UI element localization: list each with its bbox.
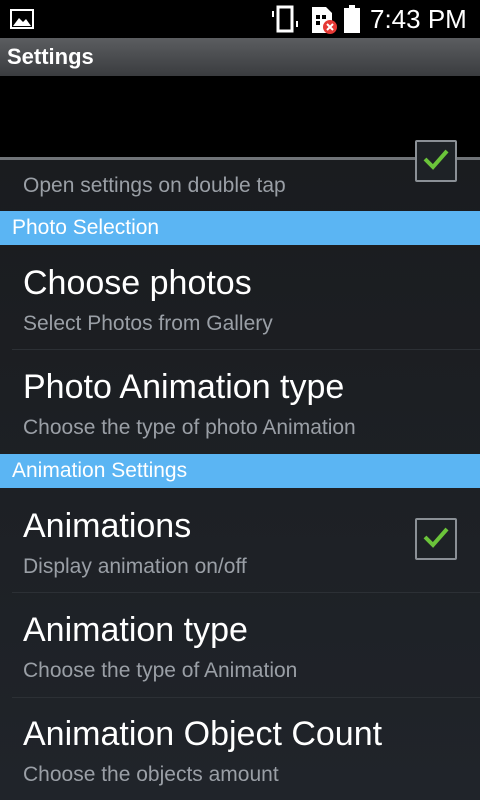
list-item-subtitle: Choose the objects amount bbox=[23, 763, 279, 786]
section-header-photo: Photo Selection bbox=[0, 211, 480, 245]
section-header-animation: Animation Settings bbox=[0, 454, 480, 488]
status-time: 7:43 PM bbox=[370, 4, 467, 34]
battery-icon bbox=[344, 5, 360, 33]
status-bar: 7:43 PM bbox=[0, 0, 480, 38]
section-title: Photo Selection bbox=[12, 216, 160, 239]
section-title: Animation Settings bbox=[12, 459, 188, 482]
gallery-icon bbox=[10, 9, 34, 29]
double-tap-checkbox[interactable] bbox=[415, 140, 457, 182]
list-item-animations[interactable]: Animations Display animation on/off bbox=[0, 488, 480, 592]
check-icon bbox=[423, 527, 449, 548]
header-spacer bbox=[0, 76, 480, 158]
list-item-photo-animation-type[interactable]: Photo Animation type Choose the type of … bbox=[0, 350, 480, 454]
animations-checkbox[interactable] bbox=[415, 518, 457, 560]
action-bar: Settings bbox=[0, 38, 480, 76]
list-item-title: Animations bbox=[23, 507, 192, 545]
check-icon bbox=[423, 149, 449, 170]
list-item-subtitle: Choose the type of photo Animation bbox=[23, 416, 356, 439]
page-title: Settings bbox=[7, 44, 94, 69]
list-item-title: Animation type bbox=[23, 611, 248, 649]
list-item-animation-type[interactable]: Animation type Choose the type of Animat… bbox=[0, 593, 480, 697]
list-item-subtitle: Display animation on/off bbox=[23, 555, 247, 578]
list-item-subtitle: Choose the type of Animation bbox=[23, 659, 298, 682]
list-item-choose-photos[interactable]: Choose photos Select Photos from Gallery bbox=[0, 245, 480, 349]
list-item-double-tap[interactable]: Open settings on double tap bbox=[0, 140, 480, 210]
list-item-title: Animation Object Count bbox=[23, 715, 383, 753]
sim-error-icon bbox=[312, 7, 337, 34]
settings-list[interactable]: Open settings on double tap Photo Select… bbox=[0, 140, 480, 800]
list-item-title: Photo Animation type bbox=[23, 368, 345, 406]
list-item-title: Choose photos bbox=[23, 264, 252, 302]
vibrate-icon bbox=[272, 5, 298, 33]
list-item-subtitle: Open settings on double tap bbox=[23, 174, 286, 197]
list-item-animation-object-count[interactable]: Animation Object Count Choose the object… bbox=[0, 698, 480, 800]
list-item-subtitle: Select Photos from Gallery bbox=[23, 312, 273, 335]
